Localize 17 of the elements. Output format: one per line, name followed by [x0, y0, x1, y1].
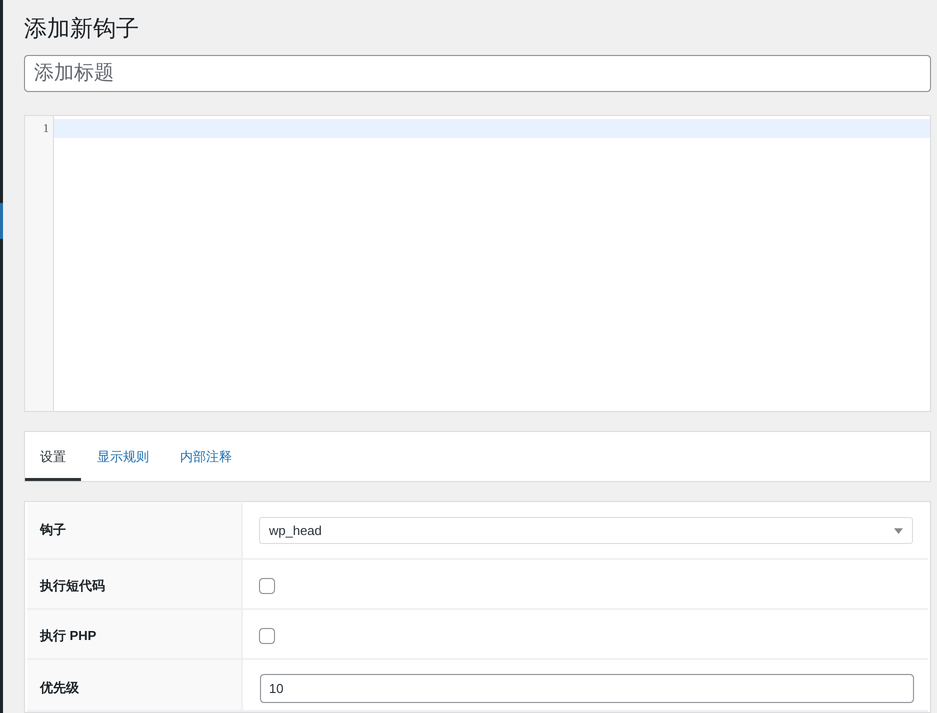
line-number: 1 — [42, 120, 50, 137]
page-title: 添加新钩子 — [24, 14, 139, 43]
priority-input-field[interactable]: 10 — [260, 674, 914, 703]
field-label: 执行 PHP — [27, 610, 243, 658]
field-label: 执行短代码 — [27, 560, 243, 608]
code-editor[interactable]: 1 — [24, 114, 931, 412]
hook-select[interactable]: wp_head — [259, 517, 913, 544]
checkbox[interactable] — [259, 578, 275, 594]
caret-icon — [894, 528, 903, 534]
menu-highlight-edge — [0, 203, 3, 239]
tab[interactable]: 内部注释 — [165, 432, 247, 481]
field-label: 优先级 — [27, 660, 243, 710]
checkbox[interactable] — [259, 628, 275, 644]
title-input-field[interactable]: 添加标题 — [24, 55, 931, 92]
field-label: 钩子 — [27, 503, 243, 558]
tab[interactable]: 设置 — [25, 432, 81, 481]
tab[interactable]: 显示规则 — [82, 432, 164, 481]
